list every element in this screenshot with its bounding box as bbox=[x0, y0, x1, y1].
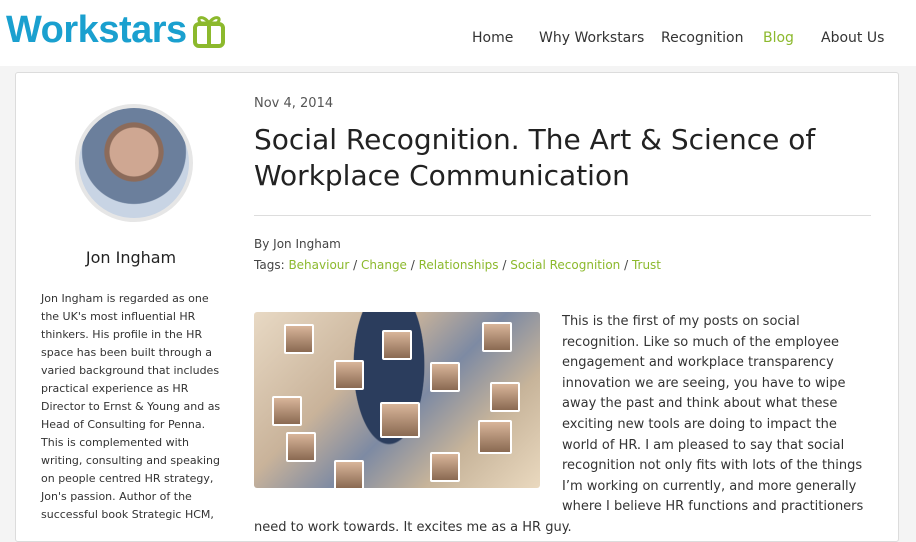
author-photo bbox=[79, 108, 189, 218]
tag-separator: / bbox=[406, 258, 419, 272]
post-tags: Tags: Behaviour / Change / Relationships… bbox=[254, 258, 661, 272]
tag-relationships[interactable]: Relationships bbox=[419, 258, 499, 272]
nav-blog[interactable]: Blog bbox=[763, 30, 794, 46]
nav-recognition[interactable]: Recognition bbox=[661, 30, 743, 46]
tag-separator: / bbox=[349, 258, 361, 272]
tags-label: Tags: bbox=[254, 258, 285, 272]
tag-separator: / bbox=[620, 258, 632, 272]
tag-separator: / bbox=[498, 258, 511, 272]
post-title: Social Recognition. The Art & Science of… bbox=[254, 123, 816, 192]
tag-trust[interactable]: Trust bbox=[632, 258, 661, 272]
tag-behaviour[interactable]: Behaviour bbox=[288, 258, 349, 272]
site-header: Workstars Home Why Workstars Recognition… bbox=[0, 0, 916, 66]
tag-social-recognition[interactable]: Social Recognition bbox=[510, 258, 620, 272]
post-byline: By Jon Ingham bbox=[254, 237, 341, 251]
tag-change[interactable]: Change bbox=[361, 258, 407, 272]
nav-about-us[interactable]: About Us bbox=[821, 30, 884, 46]
post-date: Nov 4, 2014 bbox=[254, 96, 334, 111]
author-bio: Jon Ingham is regarded as one the UK's m… bbox=[41, 292, 221, 521]
author-avatar bbox=[75, 104, 193, 222]
title-divider bbox=[254, 215, 871, 216]
nav-home[interactable]: Home bbox=[472, 30, 513, 46]
main-nav: Home Why Workstars Recognition Blog Abou… bbox=[0, 30, 916, 50]
image-spacer bbox=[254, 312, 562, 500]
nav-why-workstars[interactable]: Why Workstars bbox=[539, 30, 644, 46]
author-name: Jon Ingham bbox=[85, 248, 177, 267]
post-body: This is the first of my posts on social … bbox=[254, 312, 874, 539]
